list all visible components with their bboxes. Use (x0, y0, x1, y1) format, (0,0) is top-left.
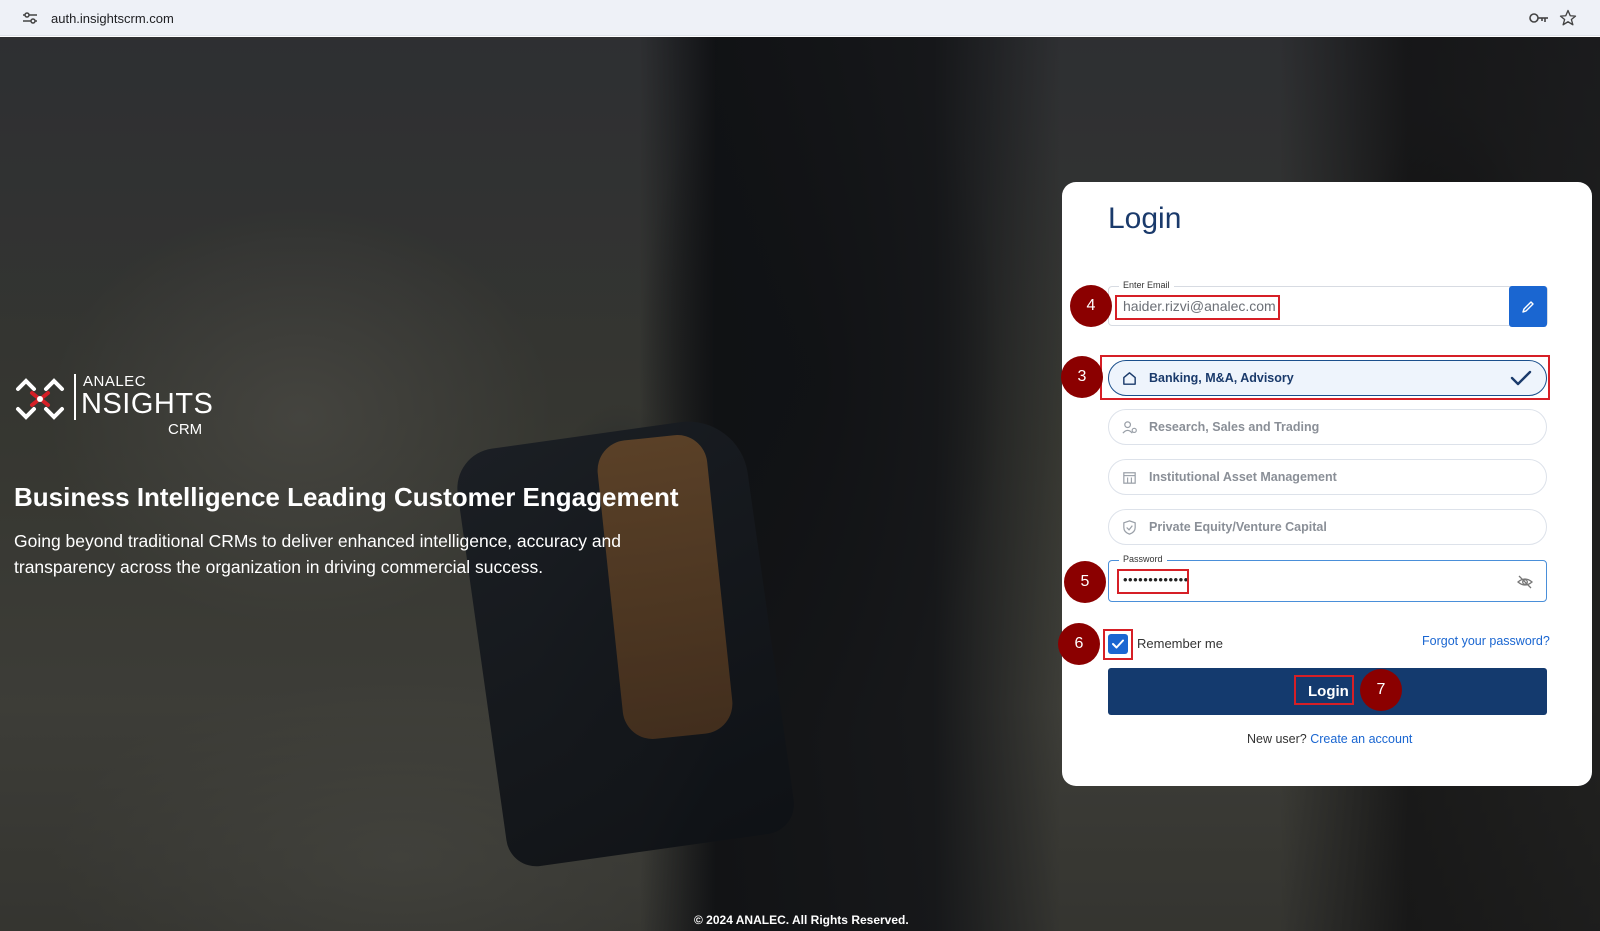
url-text[interactable]: auth.insightscrm.com (51, 11, 174, 26)
highlight-remember (1103, 629, 1133, 660)
step-badge: 7 (1360, 669, 1402, 711)
browser-toolbar: auth.insightscrm.com (0, 0, 1600, 36)
option-label: Private Equity/Venture Capital (1149, 520, 1327, 534)
remember-me-label[interactable]: Remember me (1137, 636, 1223, 651)
users-gear-icon (1122, 421, 1137, 434)
highlight-password (1117, 569, 1189, 594)
highlight-login (1294, 675, 1354, 705)
forgot-password-link[interactable]: Forgot your password? (1422, 634, 1550, 648)
step-badge: 4 (1070, 285, 1112, 327)
highlight-business-line (1100, 355, 1550, 400)
edit-email-button[interactable] (1509, 286, 1547, 327)
brand-product: NSIGHTS (81, 388, 214, 420)
logo-divider (74, 374, 76, 420)
hero-title: Business Intelligence Leading Customer E… (14, 482, 679, 512)
option-asset-management[interactable]: Institutional Asset Management (1108, 459, 1547, 495)
signup-prompt: New user? Create an account (1247, 732, 1412, 746)
option-label: Research, Sales and Trading (1149, 420, 1320, 434)
pencil-icon (1522, 300, 1534, 313)
shield-icon (1123, 520, 1136, 535)
option-research[interactable]: Research, Sales and Trading (1108, 409, 1547, 445)
create-account-link[interactable]: Create an account (1310, 732, 1412, 746)
option-private-equity[interactable]: Private Equity/Venture Capital (1108, 509, 1547, 545)
step-badge: 5 (1064, 561, 1106, 603)
analec-logo-icon (16, 378, 64, 420)
step-badge: 6 (1058, 623, 1100, 665)
brand-suffix: CRM (168, 421, 203, 438)
email-field-label: Enter Email (1119, 280, 1174, 290)
step-badge: 3 (1061, 356, 1103, 398)
login-title: Login (1108, 202, 1182, 235)
copyright-footer: © 2024 ANALEC. All Rights Reserved. (694, 913, 909, 927)
password-field-label: Password (1119, 554, 1167, 564)
eye-off-icon[interactable] (1516, 573, 1534, 591)
building-icon (1123, 472, 1136, 484)
hero-description: Going beyond traditional CRMs to deliver… (14, 531, 622, 577)
address-bar[interactable]: auth.insightscrm.com (8, 4, 1592, 32)
option-label: Institutional Asset Management (1149, 470, 1337, 484)
background-strap (594, 432, 736, 742)
key-icon[interactable] (1529, 10, 1549, 26)
bookmark-star-icon[interactable] (1559, 9, 1577, 27)
site-settings-icon[interactable] (22, 12, 38, 24)
background-suit (640, 37, 1060, 931)
highlight-email (1115, 295, 1280, 320)
new-user-text: New user? (1247, 732, 1307, 746)
